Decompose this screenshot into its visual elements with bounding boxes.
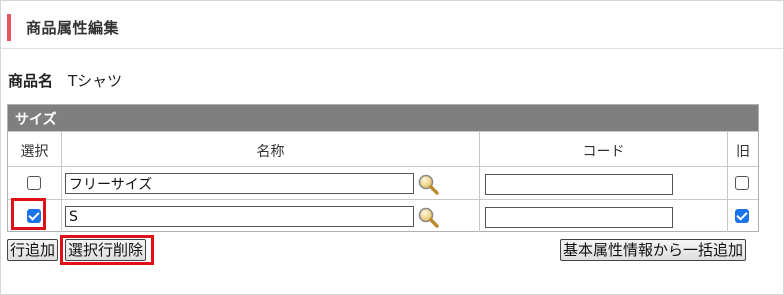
bulk-add-button[interactable]: 基本属性情報から一括追加	[560, 239, 747, 261]
row-select-checkbox[interactable]	[27, 176, 41, 190]
size-code-input[interactable]	[485, 174, 673, 195]
column-header-code: コード	[480, 132, 728, 166]
size-panel: サイズ 選択 名称 コード 旧	[7, 104, 759, 232]
table-header-row: 選択 名称 コード 旧	[8, 131, 758, 166]
table-row	[8, 166, 758, 199]
magnifier-icon[interactable]	[417, 173, 439, 195]
product-name-value: Tシャツ	[68, 72, 123, 90]
size-name-input[interactable]	[65, 206, 414, 227]
column-header-old: 旧	[736, 144, 750, 160]
size-name-input[interactable]	[65, 173, 414, 194]
table-row	[8, 199, 758, 232]
header-accent-bar	[7, 14, 11, 41]
column-header-select: 選択	[8, 132, 62, 166]
page-title: 商品属性編集	[26, 19, 120, 37]
size-panel-header: サイズ	[8, 105, 758, 131]
product-name-label: 商品名	[8, 72, 54, 90]
magnifier-icon[interactable]	[417, 206, 439, 228]
size-code-input[interactable]	[485, 207, 673, 228]
highlight-checkbox-box	[11, 198, 46, 230]
highlight-delete-button-box	[60, 235, 154, 265]
add-row-button[interactable]: 行追加	[7, 239, 59, 261]
old-checkbox[interactable]	[735, 209, 749, 223]
old-checkbox[interactable]	[735, 176, 749, 190]
page-header: 商品属性編集	[1, 1, 783, 49]
size-panel-title: サイズ	[15, 112, 57, 128]
column-header-name: 名称	[62, 132, 480, 166]
